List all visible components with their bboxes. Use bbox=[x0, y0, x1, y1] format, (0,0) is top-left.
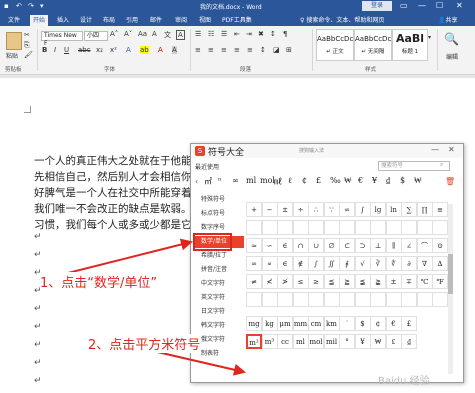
baidu-watermark: Baidu 经验 bbox=[378, 376, 430, 387]
annotation-step-1: 1、点击“数学/单位” bbox=[40, 272, 158, 291]
annotation-arrows bbox=[39, 238, 246, 376]
annotation-step-2: 2、点击平方米符号 bbox=[88, 334, 201, 353]
